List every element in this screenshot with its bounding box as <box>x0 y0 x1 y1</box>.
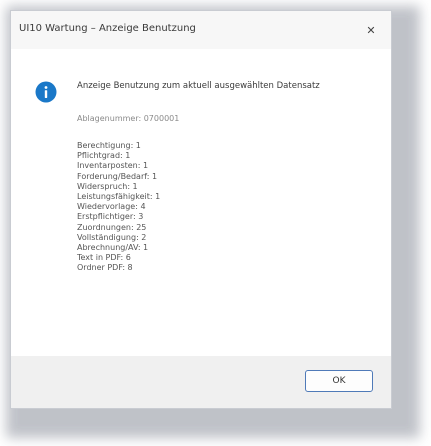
detail-list: Berechtigung: 1 Pflichtgrad: 1 Inventarp… <box>77 141 160 273</box>
detail-line: Inventarposten: 1 <box>77 161 149 171</box>
detail-line: Text in PDF: 6 <box>77 253 131 263</box>
detail-line: Abrechnung/AV: 1 <box>77 242 149 252</box>
detail-line: Berechtigung: 1 <box>77 141 141 150</box>
detail-line: Forderung/Bedarf: 1 <box>77 171 158 181</box>
detail-line: Erstpflichtiger: 3 <box>77 212 144 222</box>
close-button[interactable]: ✕ <box>357 17 385 43</box>
message-text: Anzeige Benutzung zum aktuell ausgewählt… <box>77 81 320 91</box>
ok-button[interactable]: OK <box>305 370 373 392</box>
dialog-footer: OK <box>11 356 391 408</box>
detail-line: Wiedervorlage: 4 <box>77 202 146 212</box>
dialog-titlebar: UI10 Wartung – Anzeige Benutzung ✕ <box>11 11 391 49</box>
dialog-content: Anzeige Benutzung zum aktuell ausgewählt… <box>11 49 391 356</box>
record-number: Ablagenummer: 0700001 <box>77 114 180 123</box>
close-icon: ✕ <box>366 23 376 37</box>
detail-line: Pflichtgrad: 1 <box>77 151 131 161</box>
detail-line: Zuordnungen: 25 <box>77 222 147 232</box>
detail-line: Ordner PDF: 8 <box>77 263 133 273</box>
dialog-title: UI10 Wartung – Anzeige Benutzung <box>19 23 196 34</box>
detail-line: Widerspruch: 1 <box>77 181 138 191</box>
detail-line: Vollständigung: 2 <box>77 232 147 242</box>
info-dialog: UI10 Wartung – Anzeige Benutzung ✕ Anzei… <box>10 10 392 409</box>
detail-line: Leistungsfähigkeit: 1 <box>77 191 161 201</box>
info-icon <box>35 81 57 103</box>
